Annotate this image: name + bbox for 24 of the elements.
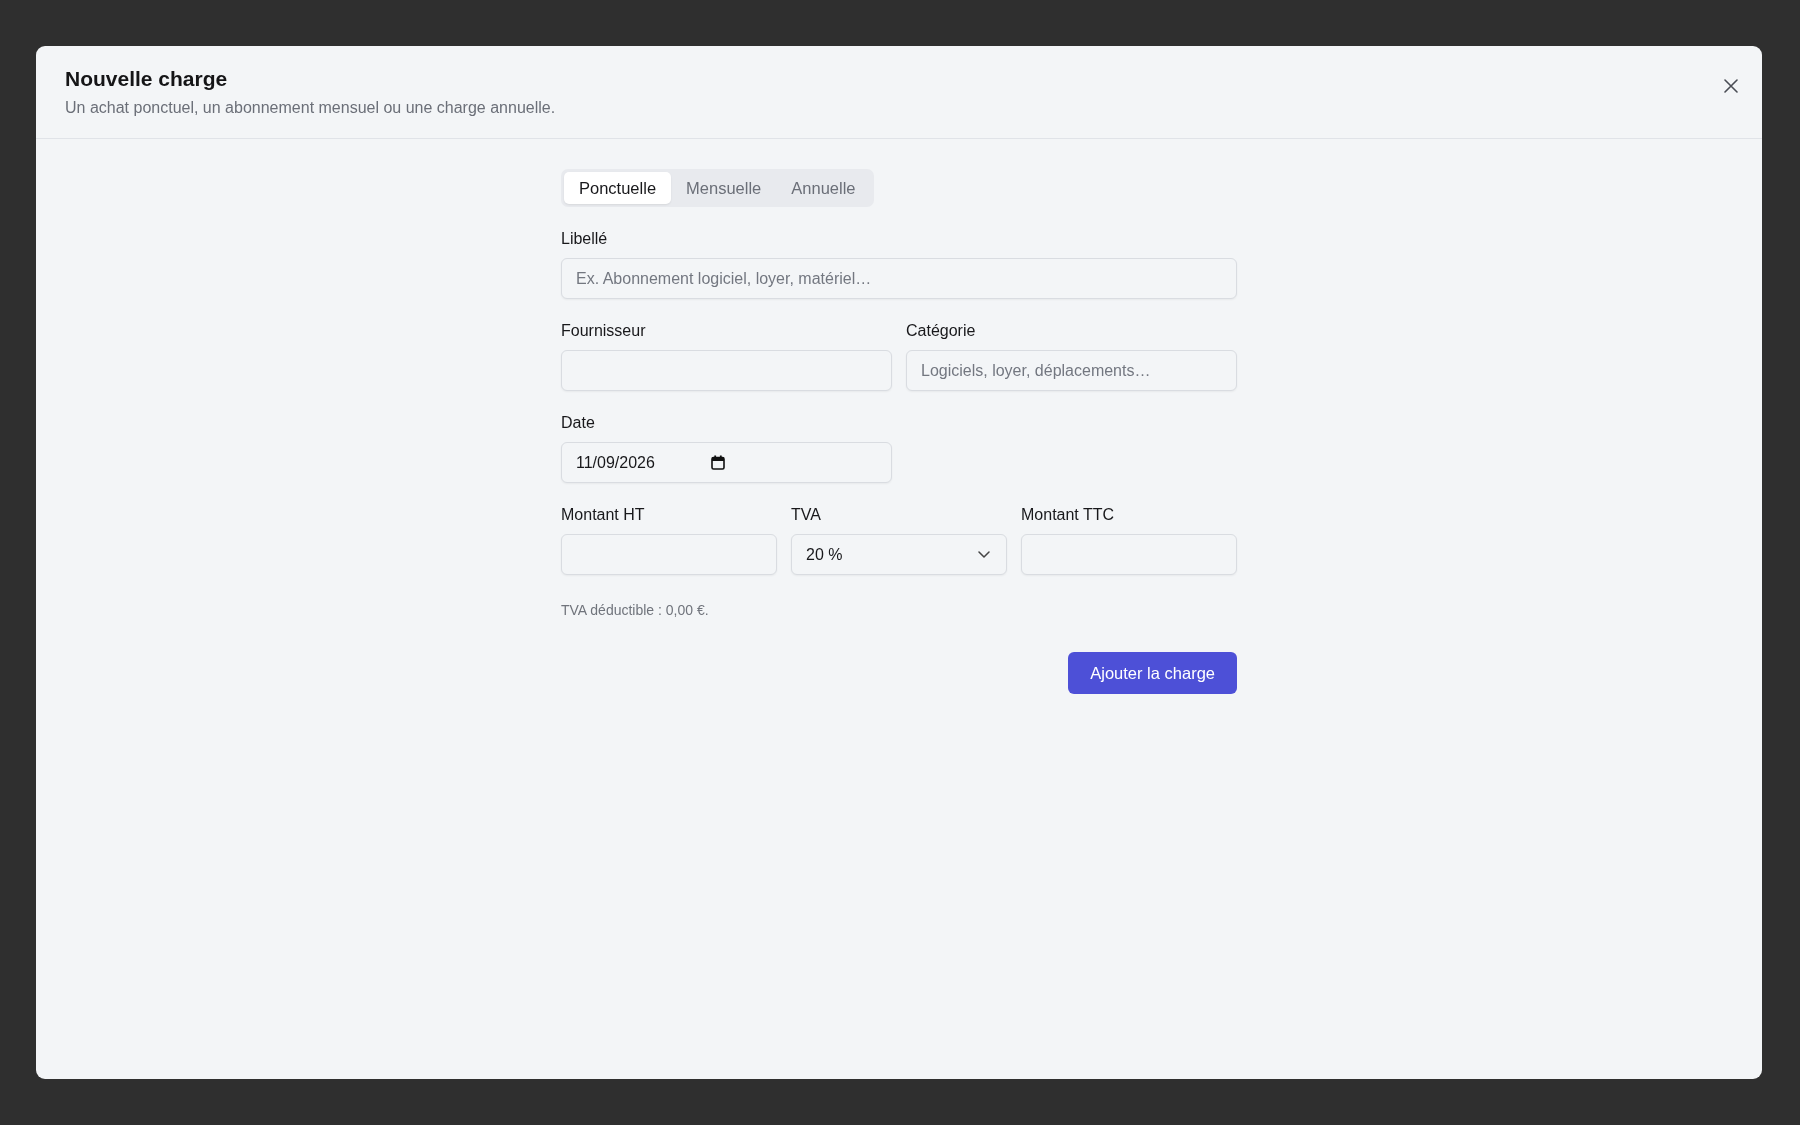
tab[interactable]: Ponctuelle (564, 172, 672, 204)
date-field[interactable]: 11/09/2026 (561, 442, 892, 483)
input-field[interactable] (561, 534, 777, 575)
field-label: Date (561, 413, 596, 433)
chevron-down-icon (978, 551, 990, 558)
calendar-icon (710, 455, 725, 470)
dialog-subtitle: Un achat ponctuel, un abonnement mensuel ou une charge annuelle. (65, 98, 556, 118)
dialog-title: Nouvelle charge (65, 66, 229, 92)
tab[interactable]: Annuelle (776, 172, 871, 204)
select-field[interactable]: 20 % (791, 534, 1007, 575)
field-label: Libellé (561, 229, 609, 249)
field-label: Catégorie (906, 321, 977, 341)
tab[interactable]: Mensuelle (671, 172, 777, 204)
input-field[interactable] (561, 350, 892, 391)
field-label: Montant HT (561, 505, 646, 525)
close-icon[interactable] (1724, 79, 1738, 93)
input-field[interactable] (1021, 534, 1237, 575)
field-label: TVA (791, 505, 822, 525)
input-field[interactable]: Logiciels, loyer, déplacements… (906, 350, 1237, 391)
input-field[interactable]: Ex. Abonnement logiciel, loyer, matériel… (561, 258, 1237, 299)
field-label: Montant TTC (1021, 505, 1116, 525)
field-label: Fournisseur (561, 321, 647, 341)
vat-note: TVA déductible : 0,00 €. (561, 601, 710, 620)
add-charge-button[interactable]: Ajouter la charge (1068, 652, 1237, 694)
